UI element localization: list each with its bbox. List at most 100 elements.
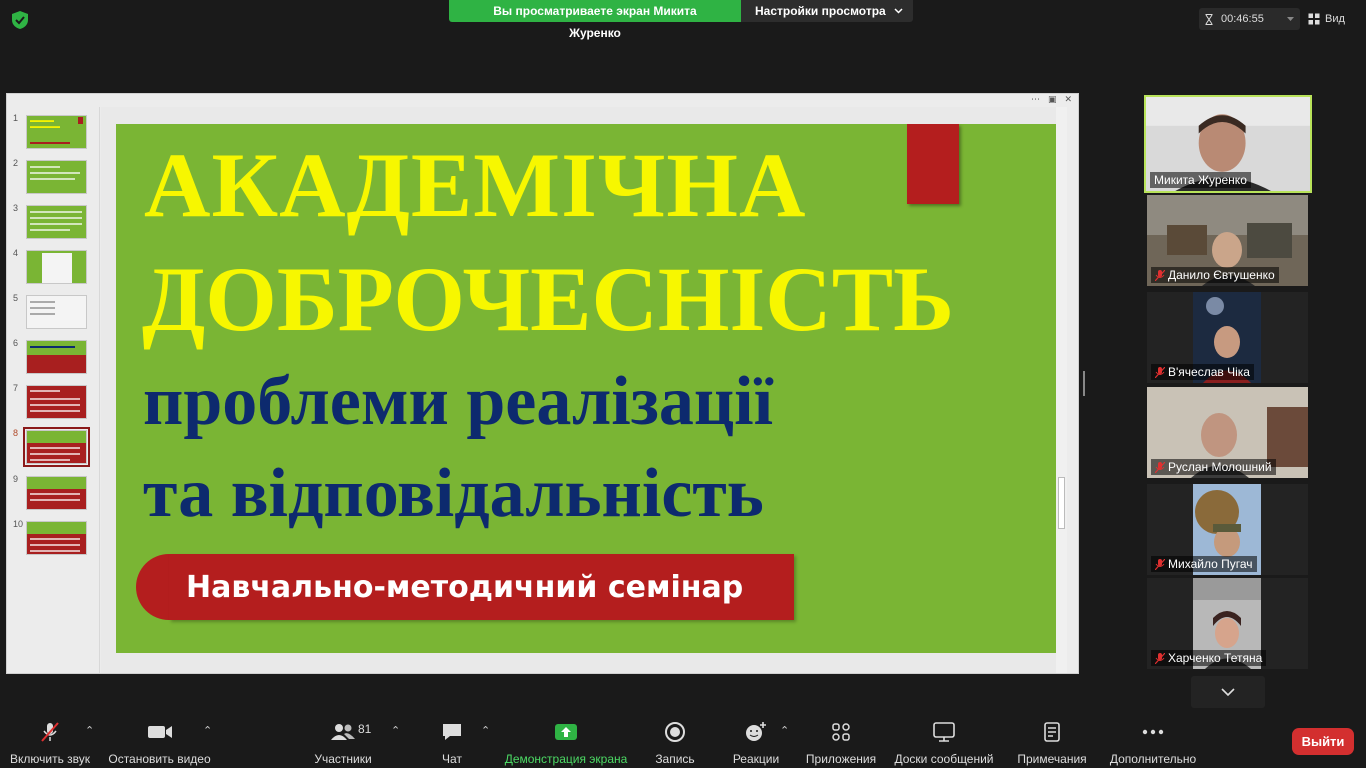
scrollbar-thumb[interactable] [1058,477,1065,529]
chevron-down-icon [1221,688,1235,696]
participant-name: Харченко Тетяна [1168,651,1263,665]
chat-options-caret-icon[interactable]: ⌃ [481,724,490,737]
participant-name: Данило Євтушенко [1168,268,1275,282]
record-label: Запись [655,752,695,766]
record-button[interactable]: Запись [652,712,698,768]
participant-name: Михайло Пугач [1168,557,1253,571]
audio-options-caret-icon[interactable]: ⌃ [85,724,94,737]
more-button[interactable]: Дополнительно [1107,712,1199,768]
stop-video-label: Остановить видео [108,752,211,766]
notes-button[interactable]: Примечания [1015,712,1089,768]
view-settings-button[interactable]: Настройки просмотра [741,0,913,22]
participant-name: Руслан Молошний [1168,460,1272,474]
slide-number: 7 [13,383,19,393]
chat-bubble-icon [443,724,461,740]
whiteboards-button[interactable]: Доски сообщений [892,712,996,768]
share-banner-text: Вы просматриваете экран Микита Журенко [449,0,741,40]
slide-number: 6 [13,338,19,348]
shared-screen[interactable]: ⋯ ▣ ✕ 1 ▬▬▬▬ ▬▬▬▬▬ 2 3 4 5 6 7 8 9 10 АК… [6,93,1079,674]
restore-icon[interactable]: ▣ [1048,94,1057,106]
share-screen-button[interactable]: Демонстрация экрана [503,712,629,768]
slide-thumbnail-image [26,385,87,419]
slide-number: 2 [13,158,19,168]
slide-thumbnail[interactable]: 1 ▬▬▬▬ ▬▬▬▬▬ [11,113,95,155]
hourglass-icon [1205,13,1213,25]
unmute-button[interactable]: Включить звук [10,712,90,768]
slide-thumbnail[interactable]: 2 [11,158,95,200]
slide-thumbnail[interactable]: 4 [11,248,95,290]
video-options-caret-icon[interactable]: ⌃ [203,724,212,737]
apps-label: Приложения [805,752,877,766]
slide-thumbnail[interactable]: 10 [11,519,95,561]
slide-number: 3 [13,203,19,213]
share-screen-icon [555,724,577,740]
participant-tile[interactable]: Михайло Пугач [1147,484,1308,575]
slide-thumbnail[interactable]: 3 [11,203,95,245]
muted-mic-icon [1155,366,1165,378]
close-icon[interactable]: ✕ [1064,94,1072,106]
stop-video-button[interactable]: Остановить видео [107,712,212,768]
slide-thumbnail-image [26,205,87,239]
slide-thumbnail-image [26,521,87,555]
view-settings-label: Настройки просмотра [755,4,886,18]
slide-number: 8 [13,428,19,438]
slide-thumbnail[interactable]: 6 [11,338,95,380]
mic-muted-icon [41,722,59,742]
muted-mic-icon [1155,461,1165,473]
apps-button[interactable]: Приложения [803,712,879,768]
unmute-label: Включить звук [9,752,91,766]
reactions-button[interactable]: Реакции [731,712,781,768]
participants-button[interactable]: Участники [312,712,374,768]
slide-subtitle-line-2: та відповідальність [143,455,764,532]
presentation-window-controls: ⋯ ▣ ✕ [1031,94,1072,106]
slide-thumbnail-image [23,427,90,467]
participant-tile[interactable]: Данило Євтушенко [1147,195,1308,286]
smiley-add-icon [746,722,766,741]
more-label: Дополнительно [1109,752,1197,766]
more-options-icon[interactable]: ⋯ [1031,94,1040,106]
share-screen-label: Демонстрация экрана [504,752,628,766]
slide-decor-block [907,124,959,204]
slide-thumbnail[interactable]: 7 [11,383,95,425]
participants-label: Участники [314,752,372,766]
slide-thumbnail-pane[interactable]: 1 ▬▬▬▬ ▬▬▬▬▬ 2 3 4 5 6 7 8 9 10 [7,107,100,673]
panel-resize-handle[interactable] [1083,371,1085,396]
view-button[interactable]: Вид [1308,8,1345,30]
security-shield-icon[interactable] [10,10,30,30]
slide-number: 1 [13,113,19,123]
timer-value: 00:46:55 [1221,13,1264,25]
participants-count: 81 [358,722,372,736]
current-slide: АКАДЕМІЧНА ДОБРОЧЕСНІСТЬ проблеми реаліз… [116,124,1056,653]
slide-thumbnail-active[interactable]: 8 [11,427,95,470]
participants-scroll-down-button[interactable] [1191,676,1265,708]
slide-scrollbar[interactable] [1056,107,1067,673]
apps-icon [832,723,850,741]
slide-thumbnail-image [26,160,87,194]
slide-banner: Навчально-методичний семінар [169,554,794,620]
participant-name-badge: Харченко Тетяна [1151,650,1267,666]
chat-button[interactable]: Чат [436,712,468,768]
slide-thumbnail-image [26,476,87,510]
view-label: Вид [1325,13,1345,25]
participant-tile[interactable]: В'ячеслав Чіка [1147,292,1308,383]
meeting-timer[interactable]: 00:46:55 [1199,8,1300,30]
more-dots-icon [1142,729,1164,735]
slide-number: 9 [13,474,19,484]
slide-thumbnail-image [26,340,87,374]
slide-thumbnail-image [26,250,87,284]
zoom-meeting-window: Вы просматриваете экран Микита Журенко Н… [0,0,1366,768]
video-camera-icon [147,726,172,738]
participant-tile[interactable]: Харченко Тетяна [1147,578,1308,669]
participant-name: В'ячеслав Чіка [1168,365,1250,379]
notes-icon [1044,722,1060,742]
slide-thumbnail[interactable]: 5 [11,293,95,335]
participants-options-caret-icon[interactable]: ⌃ [391,724,400,737]
muted-mic-icon [1155,652,1165,664]
chat-label: Чат [442,752,462,766]
reactions-options-caret-icon[interactable]: ⌃ [780,724,789,737]
leave-meeting-button[interactable]: Выйти [1292,728,1354,755]
slide-thumbnail[interactable]: 9 [11,474,95,516]
participant-tile-active-speaker[interactable]: Микита Журенко [1144,95,1312,193]
participant-tile[interactable]: Руслан Молошний [1147,387,1308,478]
slide-editing-area[interactable]: АКАДЕМІЧНА ДОБРОЧЕСНІСТЬ проблеми реаліз… [101,107,1067,673]
